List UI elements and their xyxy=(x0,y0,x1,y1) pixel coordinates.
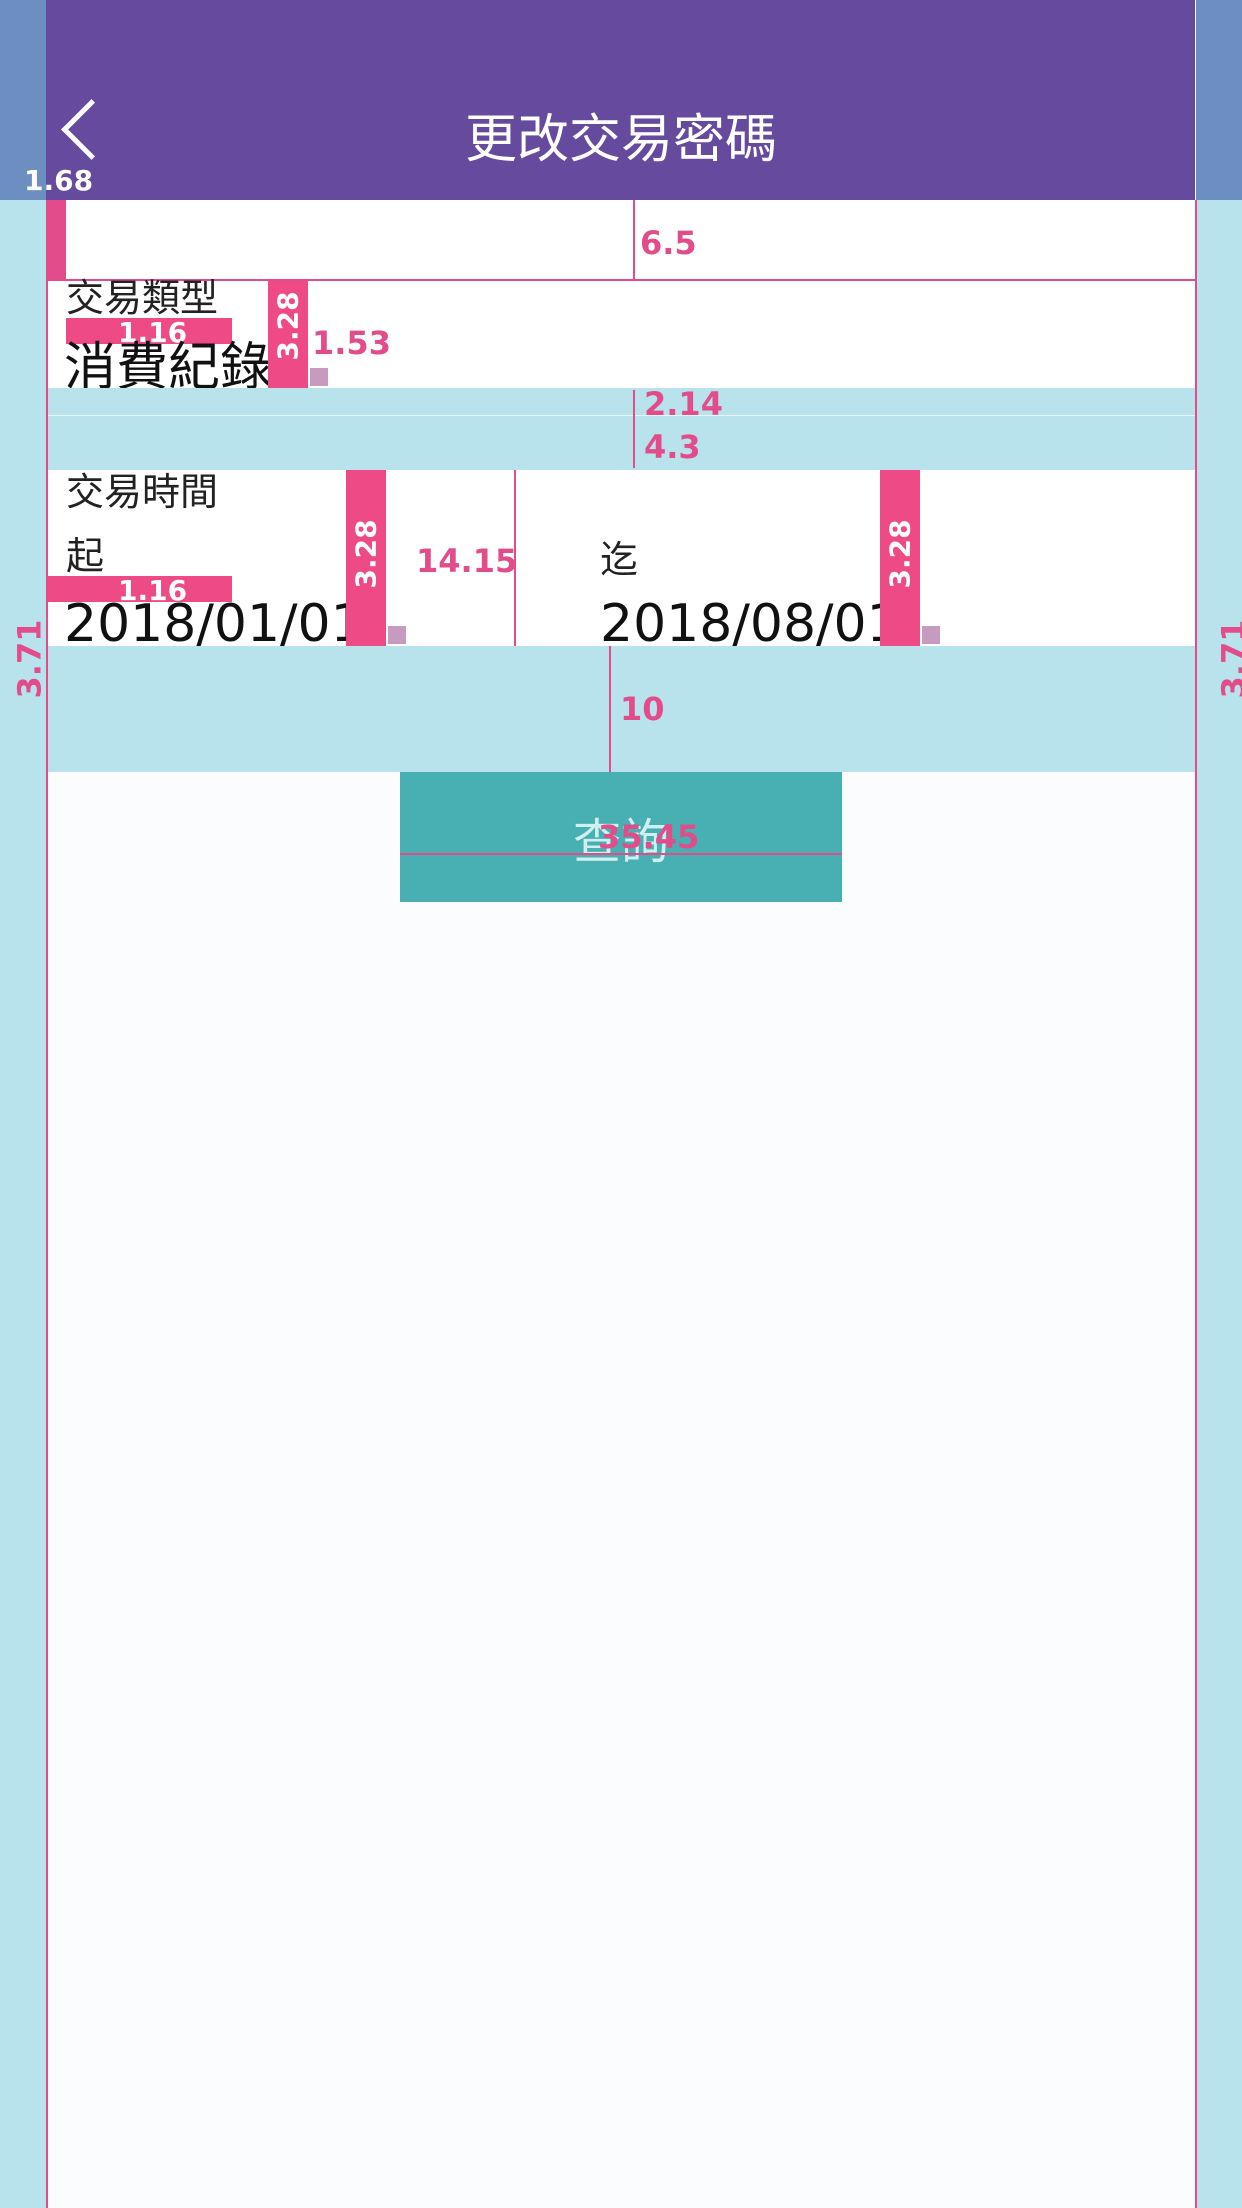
right-margin xyxy=(1196,200,1242,2208)
divider-band-1 xyxy=(46,388,1195,415)
annotation-button-width: 35.45 xyxy=(598,818,700,856)
end-date-field[interactable]: 2018/08/01 xyxy=(600,594,900,654)
annotation-side-margin-left: 3.71 xyxy=(10,619,49,699)
divider-band-2 xyxy=(46,416,1195,470)
annotation-field-height-3: 3.28 xyxy=(883,519,917,589)
left-margin xyxy=(0,200,46,2208)
annotation-divider-2: 4.3 xyxy=(644,428,701,466)
annotation-field-height: 3.28 xyxy=(271,291,305,361)
annotation-button-gap: 10 xyxy=(620,690,665,728)
annotation-marker-3 xyxy=(922,626,940,644)
start-label: 起 xyxy=(66,534,105,578)
annotation-marker-2 xyxy=(388,626,406,644)
annotation-side-margin-right: 3.71 xyxy=(1214,619,1242,699)
annotation-divider-1: 2.14 xyxy=(644,385,723,423)
annotation-top-gap: 6.5 xyxy=(640,224,697,262)
page-title: 更改交易密碼 xyxy=(464,110,777,170)
annotation-divider-line xyxy=(633,390,635,468)
annotation-row-height: 14.15 xyxy=(416,542,518,580)
annotation-field-height-2: 3.28 xyxy=(349,519,383,589)
annotation-left-edge xyxy=(46,200,48,2208)
annotation-right-edge xyxy=(1195,200,1197,2208)
annotation-marker xyxy=(310,368,328,386)
annotation-line xyxy=(633,200,635,280)
annotation-button-gap-line xyxy=(609,646,611,772)
end-label: 迄 xyxy=(600,538,639,582)
start-date-field[interactable]: 2018/01/01 xyxy=(64,594,364,654)
top-spacer xyxy=(46,200,1195,280)
type-label: 交易類型 xyxy=(66,276,219,320)
time-label: 交易時間 xyxy=(66,470,219,514)
annotation-value-gap: 1.53 xyxy=(312,324,391,362)
annotation-status-height: 1.68 xyxy=(24,164,94,197)
